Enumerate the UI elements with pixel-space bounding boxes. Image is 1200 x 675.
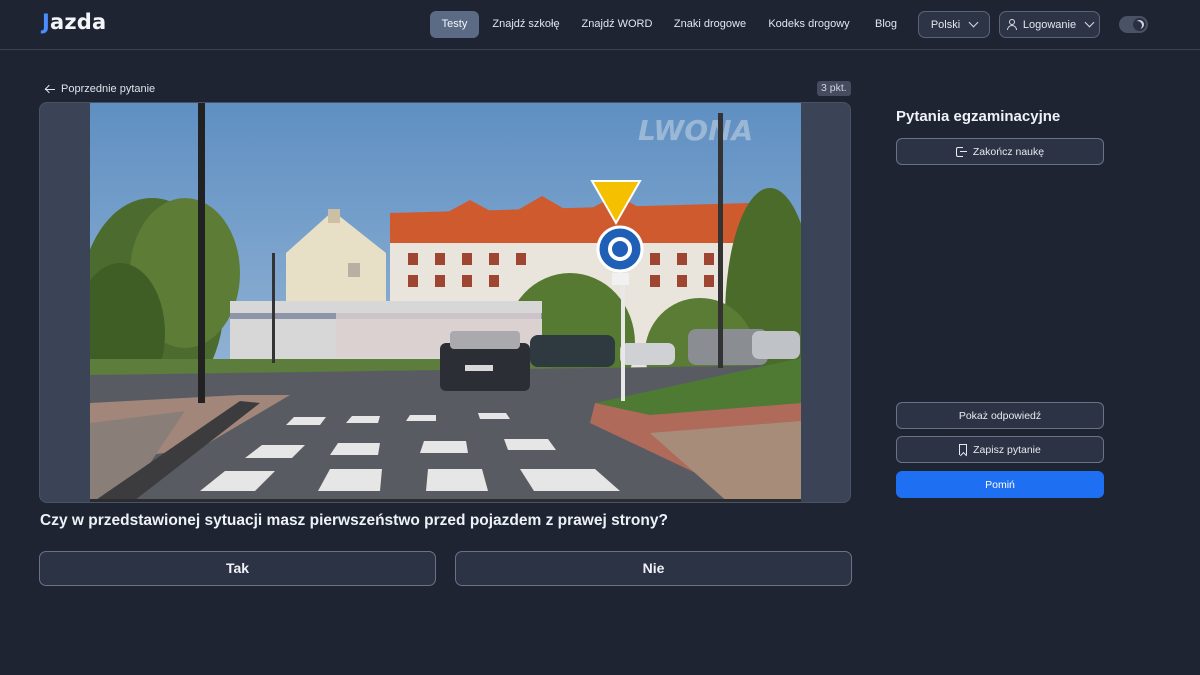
moon-icon: [1135, 20, 1144, 29]
save-question-button[interactable]: Zapisz pytanie: [896, 436, 1104, 463]
points-badge: 3 pkt.: [817, 81, 851, 96]
question-text: Czy w przedstawionej sytuacji masz pierw…: [40, 512, 668, 529]
logo[interactable]: Jazda: [42, 10, 106, 34]
chevron-down-icon: [1084, 17, 1095, 28]
previous-question-link[interactable]: Poprzednie pytanie: [45, 82, 155, 96]
sidebar-title: Pytania egzaminacyjne: [896, 108, 1061, 125]
end-study-button[interactable]: Zakończ naukę: [896, 138, 1104, 165]
nav-znaki-drogowe[interactable]: Znaki drogowe: [670, 11, 750, 38]
nav-blog[interactable]: Blog: [869, 11, 903, 38]
exit-icon: [955, 146, 967, 157]
logo-mark: J: [42, 10, 51, 34]
chevron-down-icon: [968, 17, 979, 28]
question-image: LWONA: [39, 102, 851, 503]
nav-testy[interactable]: Testy: [430, 11, 479, 38]
watermark: LWONA: [638, 114, 753, 147]
roundabout-scene: LWONA: [90, 103, 801, 502]
show-answer-button[interactable]: Pokaż odpowiedź: [896, 402, 1104, 429]
show-answer-label: Pokaż odpowiedź: [958, 409, 1042, 422]
language-select[interactable]: Polski: [918, 11, 990, 38]
arrow-left-icon: [45, 84, 55, 94]
login-label: Logowanie: [1022, 18, 1077, 31]
answer-no-button[interactable]: Nie: [455, 551, 852, 586]
theme-toggle[interactable]: [1119, 16, 1148, 33]
end-study-label: Zakończ naukę: [972, 145, 1045, 158]
login-button[interactable]: Logowanie: [999, 11, 1100, 38]
language-label: Polski: [930, 18, 961, 31]
nav-znajdz-word[interactable]: Znajdź WORD: [578, 11, 656, 38]
skip-button[interactable]: Pomiń: [896, 471, 1104, 498]
logo-text: azda: [50, 10, 107, 34]
answer-yes-button[interactable]: Tak: [39, 551, 436, 586]
previous-question-label: Poprzednie pytanie: [61, 83, 156, 95]
skip-label: Pomiń: [985, 478, 1015, 491]
nav-kodeks-drogowy[interactable]: Kodeks drogowy: [764, 11, 854, 38]
save-question-label: Zapisz pytanie: [973, 443, 1041, 456]
nav-znajdz-szkole[interactable]: Znajdź szkołę: [487, 11, 565, 38]
top-navbar: Jazda Testy Znajdź szkołę Znajdź WORD Zn…: [0, 0, 1200, 50]
user-icon: [1006, 19, 1017, 30]
bookmark-icon: [959, 444, 968, 455]
